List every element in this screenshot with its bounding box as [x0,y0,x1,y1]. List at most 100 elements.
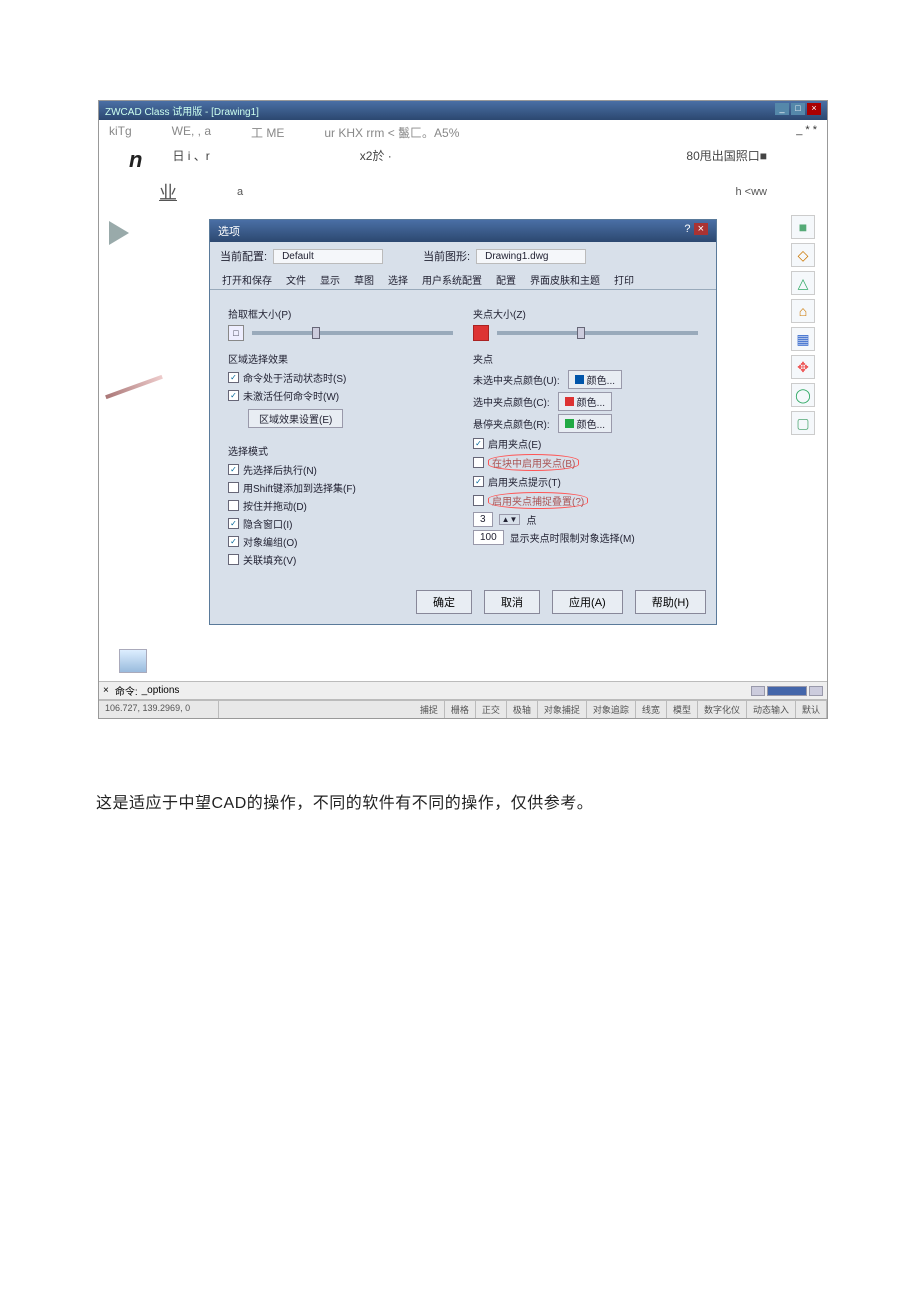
tool-icon[interactable]: △ [791,271,815,295]
tb-item: 日 i 、r [172,147,209,173]
checkbox[interactable] [473,495,484,506]
tool-icon[interactable]: ▦ [791,327,815,351]
tab-item[interactable]: 界面皮肤和主题 [528,270,602,289]
right-toolbar: ■ ◇ △ ⌂ ▦ ✥ ◯ ▢ [791,211,819,439]
chk-label-highlight: 在块中启用夹点(B) [488,454,579,471]
tool-icon[interactable]: ◯ [791,383,815,407]
chk-label: 隐含窗口(I) [243,516,292,531]
scrollbar[interactable] [751,686,823,696]
checkbox[interactable] [228,500,239,511]
tool-icon[interactable]: ◇ [791,243,815,267]
effect-settings-button[interactable]: 区域效果设置(E) [248,409,343,428]
close-icon[interactable]: × [694,223,708,235]
checkbox[interactable] [473,457,484,468]
close-button[interactable]: × [807,103,821,115]
cmd-prefix: 命令: [115,683,138,698]
chk-label: 用Shift键添加到选择集(F) [243,480,356,495]
dialog-titlebar: 选项 ? × [210,220,716,242]
tab-item[interactable]: 选择 [386,270,410,289]
maximize-button[interactable]: □ [791,103,805,115]
tb-item: x2於 · [360,147,392,173]
status-cell[interactable]: 对象捕捉 [538,701,587,718]
drawing-label: 当前图形: [423,248,470,264]
apply-button[interactable]: 应用(A) [552,590,623,614]
limit-value[interactable]: 100 [473,530,504,545]
side-left [109,221,164,389]
status-cell[interactable]: 对象追踪 [587,701,636,718]
color-label: 未选中夹点颜色(U): [473,372,560,387]
pickbox-slider[interactable]: □ [228,325,453,341]
tb-item: 80甩出国照口■ [686,147,767,173]
status-bar: 106.727, 139.2969, 0 捕捉 栅格 正交 极轴 对象捕捉 对象… [99,700,827,718]
arrow-icon [109,221,129,245]
checkbox[interactable]: ✓ [228,390,239,401]
dialog-header: 当前配置: Default 当前图形: Drawing1.dwg [210,242,716,270]
effect-title: 区域选择效果 [228,351,453,366]
checkbox[interactable]: ✓ [473,476,484,487]
spinner-arrows[interactable]: ▲▼ [499,514,521,525]
drawing-value: Drawing1.dwg [476,249,586,264]
cancel-button[interactable]: 取消 [484,590,540,614]
tab-item[interactable]: 文件 [284,270,308,289]
checkbox[interactable]: ✓ [228,464,239,475]
status-cell[interactable]: 数字化仪 [698,701,747,718]
ok-button[interactable]: 确定 [416,590,472,614]
menu-item[interactable]: WE, , a [172,124,211,141]
tool-icon[interactable]: ⌂ [791,299,815,323]
menu-item[interactable]: ur KHX rrm < 鬣匚。A5% [324,124,459,141]
tool-icon[interactable]: ■ [791,215,815,239]
window-controls: _ □ × [775,103,821,118]
mode-title: 选择模式 [228,443,453,458]
status-cell[interactable]: 模型 [667,701,698,718]
config-label: 当前配置: [220,248,267,264]
grip-size-label: 夹点大小(Z) [473,306,698,321]
tab-item[interactable]: 显示 [318,270,342,289]
status-cell[interactable]: 栅格 [445,701,476,718]
chk-label: 命令处于活动状态时(S) [243,370,346,385]
close-x-icon[interactable]: × [103,685,109,696]
help-button[interactable]: 帮助(H) [635,590,706,614]
tab-item[interactable]: 打印 [612,270,636,289]
menu-item[interactable]: kiTg [109,124,132,141]
color-button[interactable]: 颜色... [568,370,622,389]
grip-slider[interactable] [473,325,698,341]
help-icon[interactable]: ? [684,223,690,235]
color-label: 选中夹点颜色(C): [473,394,550,409]
config-value: Default [273,249,383,264]
options-left-col: 拾取框大小(P) □ 区域选择效果 ✓命令处于活动状态时(S) ✓未激活任何命令… [228,300,453,570]
dialog-title: 选项 [218,223,240,239]
menu-suffix: _ * * [796,124,817,141]
tool-icon[interactable]: ▢ [791,411,815,435]
checkbox[interactable] [228,482,239,493]
dialog-footer: 确定 取消 应用(A) 帮助(H) [210,580,716,624]
minimize-button[interactable]: _ [775,103,789,115]
tab-item[interactable]: 配置 [494,270,518,289]
color-button[interactable]: 颜色... [558,392,612,411]
checkbox[interactable]: ✓ [228,372,239,383]
chk-label: 关联填充(V) [243,552,296,567]
color-button[interactable]: 颜色... [558,414,612,433]
tab-item[interactable]: 打开和保存 [220,270,274,289]
status-cell[interactable]: 极轴 [507,701,538,718]
pickbox-label: 拾取框大小(P) [228,306,453,321]
spinner-suffix: 点 [526,512,536,527]
chk-label: 对象编组(O) [243,534,297,549]
spinner-value[interactable]: 3 [473,512,493,527]
checkbox[interactable]: ✓ [473,438,484,449]
tool-icon[interactable]: ✥ [791,355,815,379]
options-dialog: 选项 ? × 当前配置: Default 当前图形: Drawing1.dwg … [209,219,717,625]
menu-item[interactable]: 工 ME [251,124,284,141]
command-line[interactable]: × 命令: _options [99,681,827,700]
checkbox[interactable]: ✓ [228,518,239,529]
status-cell[interactable]: 动态输入 [747,701,796,718]
checkbox[interactable]: ✓ [228,536,239,547]
titlebar-text: ZWCAD Class 试用版 - [Drawing1] [105,103,259,118]
tab-item[interactable]: 用户系统配置 [420,270,484,289]
checkbox[interactable] [228,554,239,565]
status-cell[interactable]: 正交 [476,701,507,718]
tab-item[interactable]: 草图 [352,270,376,289]
status-cell[interactable]: 捕捉 [414,701,445,718]
status-cell[interactable]: 线宽 [636,701,667,718]
layout-icon[interactable] [119,649,147,673]
status-cell[interactable]: 默认 [796,701,827,718]
